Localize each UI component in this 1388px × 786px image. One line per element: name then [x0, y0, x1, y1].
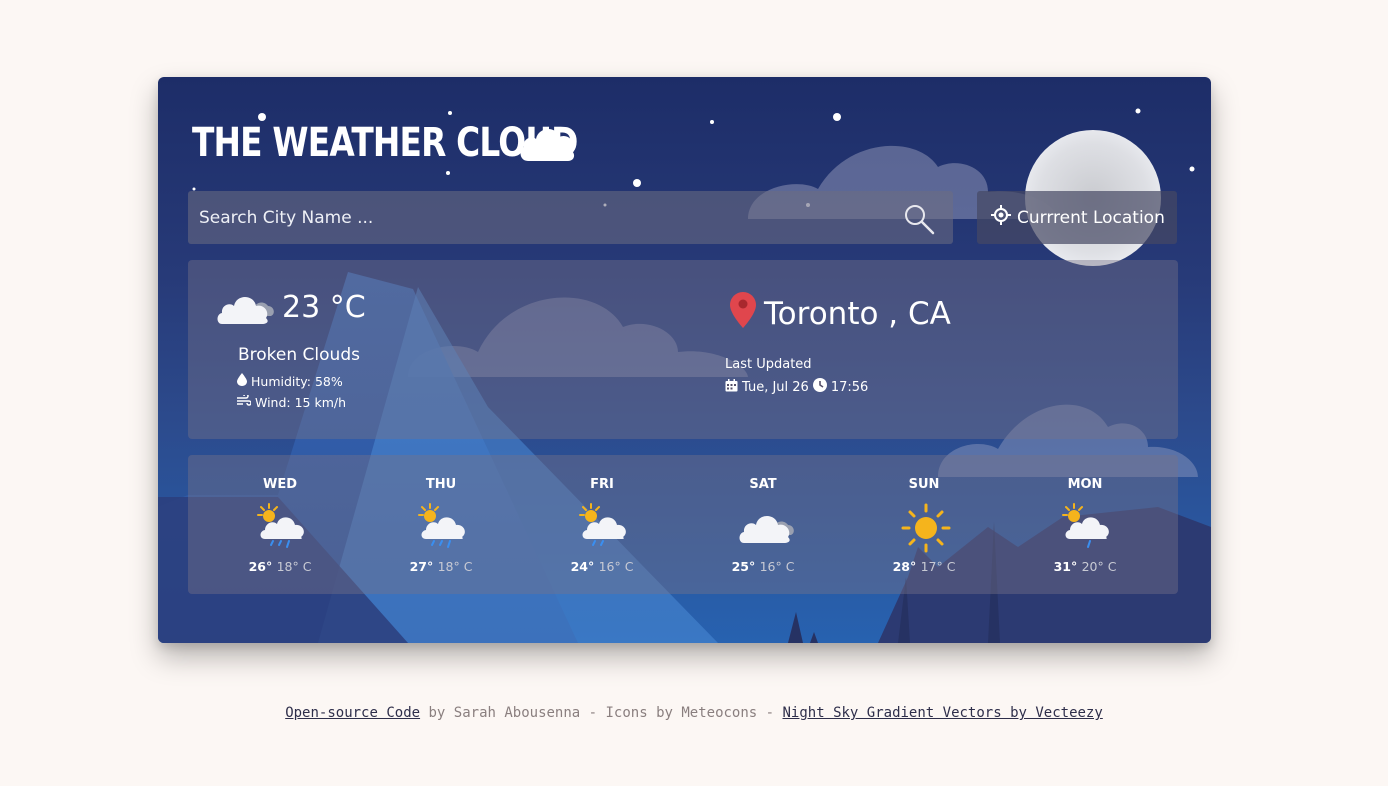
source-code-link[interactable]: Open-source Code: [285, 705, 420, 721]
forecast-low: 20° C: [1081, 559, 1117, 574]
broken-clouds-icon: [216, 288, 276, 332]
forecast-temps: 24° 16° C: [522, 559, 682, 574]
forecast-day-name: WED: [262, 477, 297, 492]
wind-text: Wind: 15 km/h: [255, 395, 347, 410]
forecast-day-name: SAT: [749, 477, 777, 492]
map-pin-icon: [730, 292, 756, 336]
search-input[interactable]: [188, 191, 888, 244]
forecast-temps: 26° 18° C: [200, 559, 360, 574]
crosshair-icon: [991, 205, 1011, 230]
current-weather-panel: 23 °C Broken Clouds Humidity: 58% Wind: …: [188, 260, 1178, 439]
weather-description: Broken Clouds: [238, 345, 360, 365]
updated-time: 17:56: [830, 379, 869, 395]
forecast-low: 18° C: [437, 559, 473, 574]
forecast-temps: 25° 16° C: [683, 559, 843, 574]
forecast-low: 18° C: [276, 559, 312, 574]
forecast-high: 31°: [1053, 559, 1078, 574]
sun-cloud-rain-icon: [577, 503, 631, 553]
humidity-row: Humidity: 58%: [237, 373, 343, 389]
city-row: Toronto , CA: [730, 292, 951, 336]
broken-clouds-icon: [738, 503, 796, 553]
forecast-day: WED 26° 18° C: [200, 455, 360, 594]
city-name: Toronto , CA: [764, 296, 951, 332]
current-temperature: 23 °C: [282, 290, 366, 325]
sun-icon: [899, 503, 953, 557]
forecast-low: 17° C: [920, 559, 956, 574]
forecast-day-name: THU: [425, 477, 457, 492]
weather-card: THE WEATHER CLOUD Currrent Location: [158, 77, 1211, 643]
forecast-low: 16° C: [598, 559, 634, 574]
forecast-high: 25°: [731, 559, 756, 574]
current-location-label: Currrent Location: [1017, 207, 1165, 228]
forecast-day-name: MON: [1067, 477, 1103, 492]
forecast-day: SAT 25° 16° C: [683, 455, 843, 594]
forecast-day: MON 31° 20° C: [1005, 455, 1165, 594]
footer-credits: Open-source Code by Sarah Abousenna - Ic…: [0, 705, 1388, 721]
clock-icon: [812, 378, 827, 396]
wind-icon: [237, 393, 252, 410]
forecast-high: 27°: [409, 559, 434, 574]
calendar-icon: [725, 378, 738, 396]
forecast-low: 16° C: [759, 559, 795, 574]
forecast-panel: WED 26° 18° C THU 27° 18° C FRI 24° 16° …: [188, 455, 1178, 594]
forecast-temps: 27° 18° C: [361, 559, 521, 574]
forecast-day: FRI 24° 16° C: [522, 455, 682, 594]
last-updated-row: Tue, Jul 26 17:56: [725, 378, 868, 396]
forecast-high: 28°: [892, 559, 917, 574]
updated-date: Tue, Jul 26: [742, 379, 809, 395]
current-location-button[interactable]: Currrent Location: [977, 191, 1177, 244]
sun-cloud-rain-icon: [255, 503, 309, 553]
search-box: [188, 191, 953, 244]
droplet-icon: [237, 373, 247, 389]
forecast-high: 24°: [570, 559, 595, 574]
forecast-temps: 31° 20° C: [1005, 559, 1165, 574]
forecast-day: THU 27° 18° C: [361, 455, 521, 594]
wind-row: Wind: 15 km/h: [237, 393, 347, 410]
last-updated-label: Last Updated: [725, 357, 812, 372]
forecast-temps: 28° 17° C: [844, 559, 1004, 574]
forecast-day-name: SUN: [908, 477, 940, 492]
search-icon[interactable]: [903, 203, 935, 239]
cloud-icon: [518, 121, 576, 167]
vecteezy-link[interactable]: Night Sky Gradient Vectors by Vecteezy: [783, 705, 1103, 721]
humidity-text: Humidity: 58%: [251, 373, 343, 389]
sun-cloud-rain-icon: [416, 503, 470, 553]
forecast-day-name: FRI: [590, 477, 614, 492]
forecast-high: 26°: [248, 559, 273, 574]
sun-cloud-rain-icon: [1060, 503, 1114, 553]
forecast-day: SUN 28° 17° C: [844, 455, 1004, 594]
footer-credits-text: by Sarah Abousenna - Icons by Meteocons …: [420, 705, 783, 721]
